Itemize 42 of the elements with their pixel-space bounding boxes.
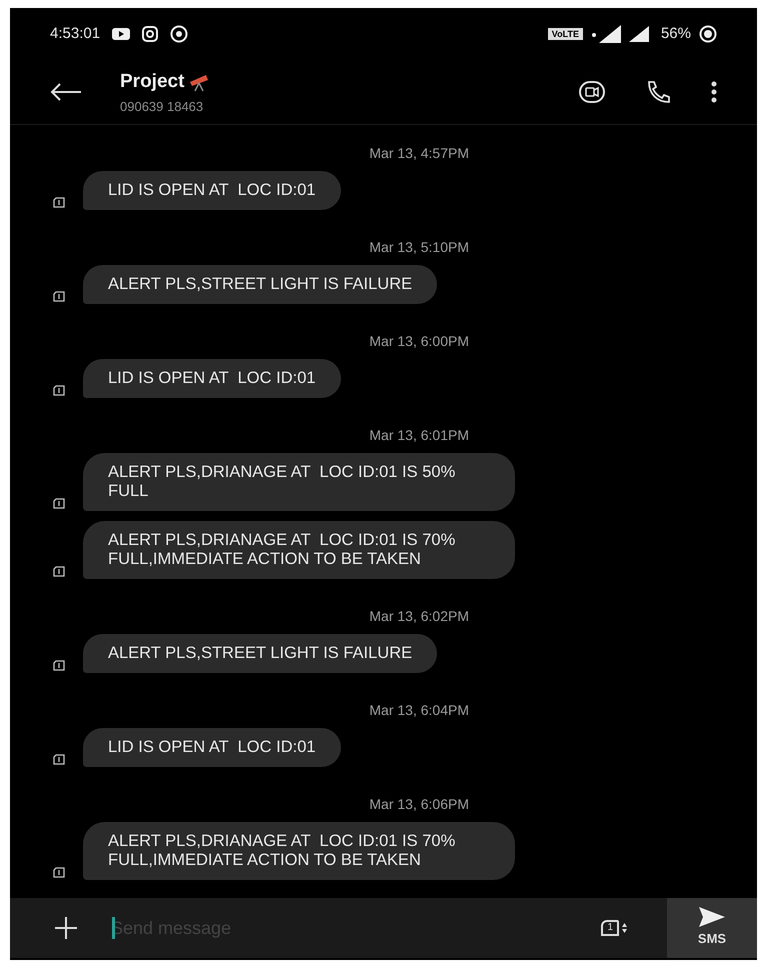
send-icon: [699, 907, 725, 928]
sim-card-icon: [53, 660, 65, 671]
phone-icon[interactable]: [645, 80, 671, 104]
text-cursor: [112, 917, 115, 939]
more-options-icon[interactable]: [711, 81, 717, 103]
message-bubble: ALERT PLS,STREET LIGHT IS FAILURE: [83, 265, 438, 304]
battery-level: 56%: [660, 24, 691, 44]
message-bubble: ALERT PLS,DRIANAGE AT LOC ID:01 IS 70% FULL,IMMEDIATE ACTION TO BE TAKEN: [83, 822, 515, 880]
video-call-icon[interactable]: [579, 81, 605, 103]
message-bubble: LID IS OPEN AT LOC ID:01: [83, 728, 341, 767]
plus-icon: [55, 917, 77, 939]
message-timestamp: Mar 13, 5:10PM: [369, 238, 469, 257]
message-timestamp: Mar 13, 6:02PM: [369, 607, 469, 626]
video-app-icon: [112, 27, 130, 41]
message-timestamp: Mar 13, 6:00PM: [369, 332, 469, 351]
sim-card-icon: [53, 867, 65, 878]
signal-icon: [628, 26, 649, 42]
message-bubble: ALERT PLS,DRIANAGE AT LOC ID:01 IS 50% FULL: [83, 453, 515, 511]
message-bubble: ALERT PLS,DRIANAGE AT LOC ID:01 IS 70% FULL,IMMEDIATE ACTION TO BE TAKEN: [83, 521, 515, 579]
sim-card-icon: [53, 498, 65, 509]
sim-selector[interactable]: 1: [601, 898, 667, 958]
sim-card-icon: [53, 385, 65, 396]
message-bubble: ALERT PLS,STREET LIGHT IS FAILURE: [83, 634, 438, 673]
network-badge: VoLTE: [548, 28, 583, 40]
sim-card-icon: [53, 197, 65, 208]
swap-arrows-icon: [622, 923, 627, 933]
message-timestamp: Mar 13, 6:04PM: [369, 701, 469, 720]
back-arrow-icon[interactable]: [50, 82, 82, 102]
message-bubble: LID IS OPEN AT LOC ID:01: [83, 171, 341, 210]
sim-card-icon: [53, 754, 65, 765]
phone-number: 090639 18463: [120, 98, 204, 116]
signal-icon: [590, 25, 621, 43]
message-bubble: LID IS OPEN AT LOC ID:01: [83, 359, 341, 398]
send-button[interactable]: SMS: [667, 898, 757, 958]
status-time: 4:53:01: [50, 24, 100, 44]
message-timestamp: Mar 13, 6:06PM: [369, 795, 469, 814]
telescope-icon: [188, 72, 210, 92]
sim-card-icon: [53, 291, 65, 302]
message-timestamp: Mar 13, 4:57PM: [369, 144, 469, 163]
contact-name: Project: [120, 70, 184, 94]
sim-card-icon: [53, 566, 65, 577]
message-timestamp: Mar 13, 6:01PM: [369, 426, 469, 445]
